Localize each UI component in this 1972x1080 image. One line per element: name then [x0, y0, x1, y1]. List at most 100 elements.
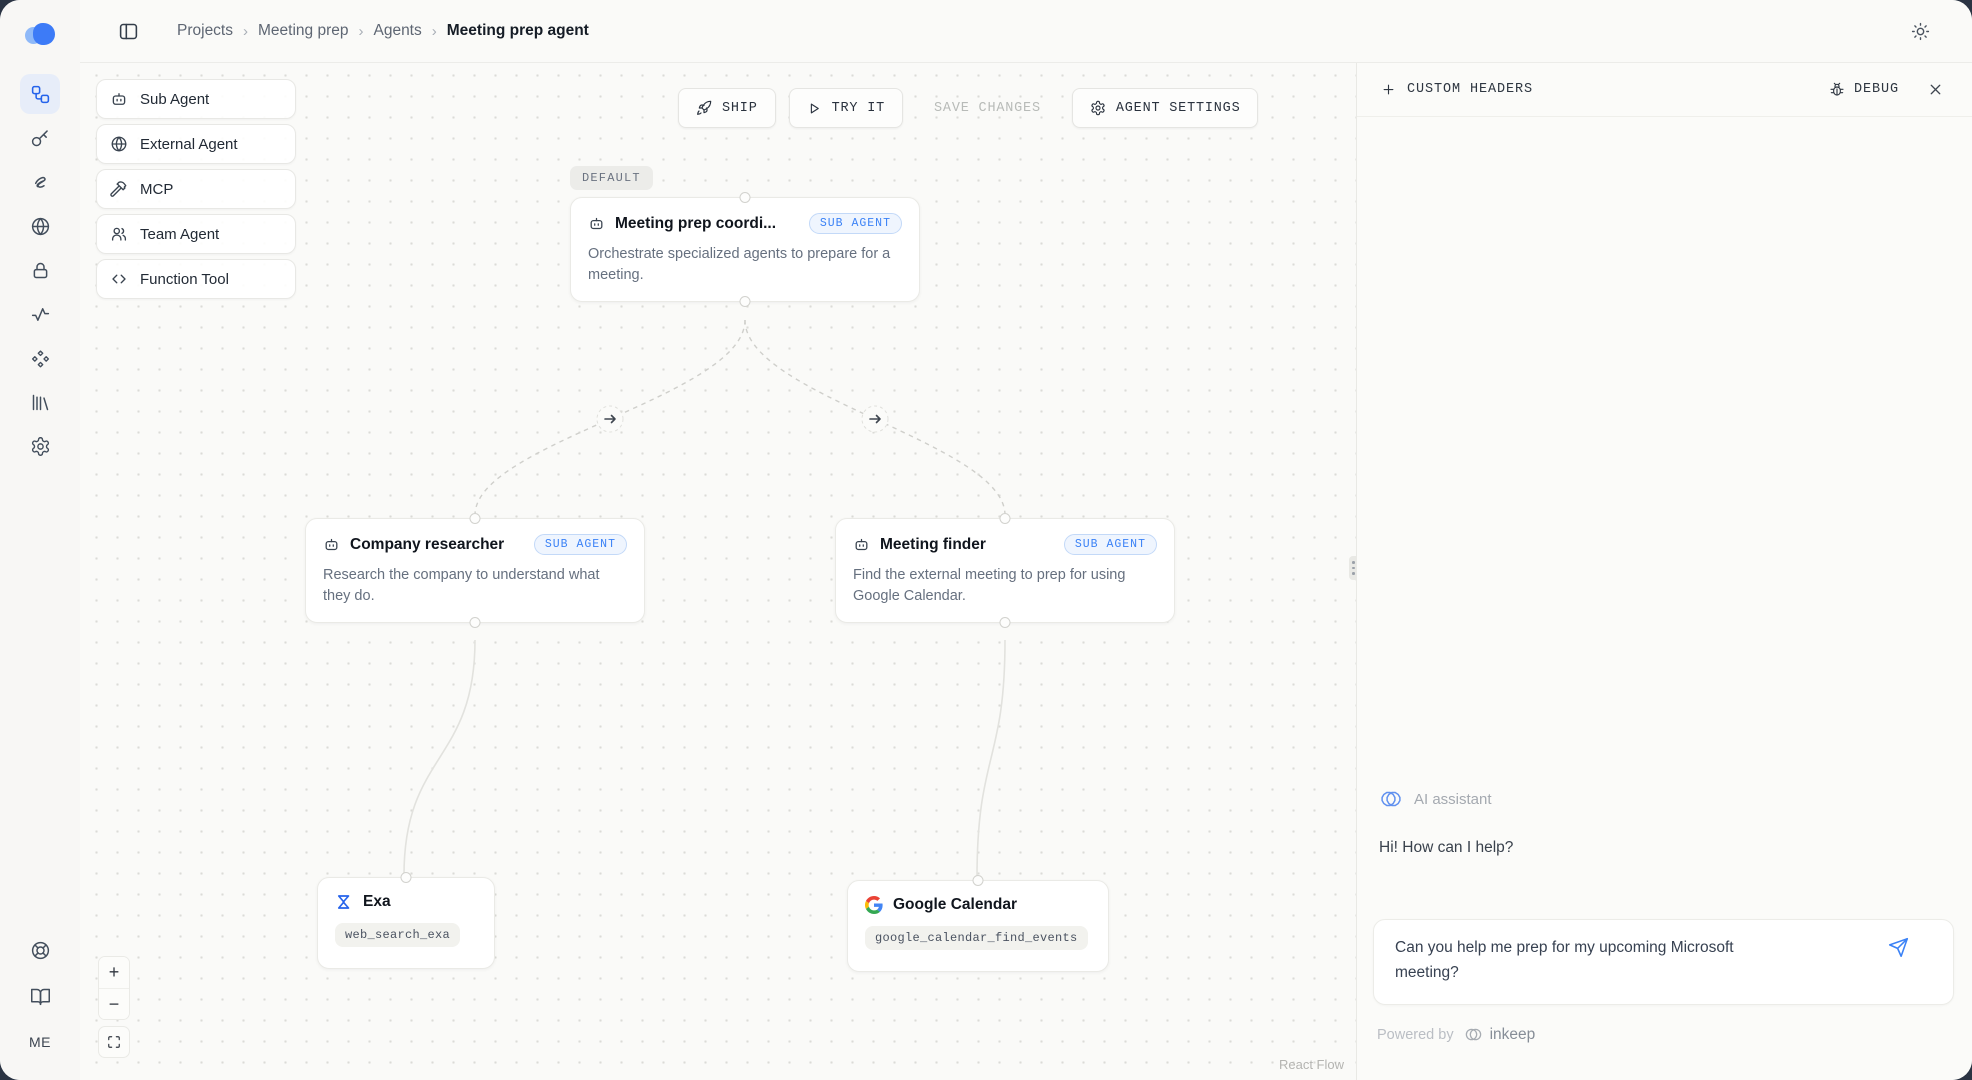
edge-arrow-badge[interactable] — [597, 406, 623, 432]
canvas-toolbar: SHIP TRY IT SAVE CHANGES AGENT SETTINGS — [678, 88, 1258, 128]
gear-icon — [1090, 100, 1106, 116]
user-avatar[interactable]: ME — [20, 1022, 60, 1062]
nav-components-icon[interactable] — [20, 338, 60, 378]
users-icon — [110, 225, 128, 243]
docs-book-icon[interactable] — [20, 976, 60, 1016]
react-flow-attribution[interactable]: React Flow — [1279, 1057, 1344, 1072]
agent-settings-button[interactable]: AGENT SETTINGS — [1072, 88, 1259, 128]
code-icon — [110, 270, 128, 288]
breadcrumb: Projects › Meeting prep › Agents › Meeti… — [177, 22, 589, 40]
edge-arrow-badge[interactable] — [862, 406, 888, 432]
app-window: ME Projects › Meeting prep › Agents › Me… — [0, 0, 1972, 1080]
node-company-researcher[interactable]: Company researcher SUB AGENT Research th… — [305, 518, 645, 623]
node-title: Meeting prep coordi... — [615, 215, 776, 233]
nav-settings-icon[interactable] — [20, 426, 60, 466]
top-bar: Projects › Meeting prep › Agents › Meeti… — [80, 0, 1972, 63]
breadcrumb-separator: › — [348, 23, 373, 40]
palette-item-label: Function Tool — [140, 271, 229, 288]
node-handle-bottom[interactable] — [470, 617, 481, 628]
save-changes-button[interactable]: SAVE CHANGES — [916, 88, 1059, 128]
fit-view-button[interactable] — [98, 1026, 130, 1058]
help-icon[interactable] — [20, 930, 60, 970]
assistant-row: AI assistant — [1379, 787, 1492, 811]
custom-headers-button[interactable]: CUSTOM HEADERS — [1381, 82, 1533, 97]
hammer-icon — [110, 180, 128, 198]
node-handle-top[interactable] — [1000, 513, 1011, 524]
node-title: Meeting finder — [880, 536, 986, 554]
zoom-controls: + − — [98, 956, 130, 1058]
zoom-out-button[interactable]: − — [99, 988, 129, 1019]
chat-panel-header: CUSTOM HEADERS DEBUG — [1357, 63, 1972, 117]
edge-finder-to-calendar — [977, 640, 1005, 878]
node-meeting-finder[interactable]: Meeting finder SUB AGENT Find the extern… — [835, 518, 1175, 623]
flow-canvas[interactable]: Sub Agent External Agent MCP Team Agent — [80, 63, 1356, 1080]
palette-team-agent[interactable]: Team Agent — [96, 214, 296, 254]
tool-chip: web_search_exa — [335, 923, 460, 947]
node-exa[interactable]: Exa web_search_exa — [317, 877, 495, 969]
node-handle-top[interactable] — [401, 872, 412, 883]
nav-activity-icon[interactable] — [20, 294, 60, 334]
rail-bottom: ME — [20, 930, 60, 1080]
chat-input-value[interactable]: Can you help me prep for my upcoming Mic… — [1395, 936, 1775, 986]
try-it-label: TRY IT — [832, 101, 885, 116]
theme-sun-icon[interactable] — [1911, 22, 1930, 41]
node-title: Google Calendar — [893, 896, 1017, 914]
node-description: Orchestrate specialized agents to prepar… — [588, 244, 902, 286]
nav-lock-icon[interactable] — [20, 250, 60, 290]
node-handle-bottom[interactable] — [1000, 617, 1011, 628]
node-google-calendar[interactable]: Google Calendar google_calendar_find_eve… — [847, 880, 1109, 972]
bot-icon — [853, 536, 870, 553]
panel-toggle-icon[interactable] — [118, 21, 139, 42]
palette-function-tool[interactable]: Function Tool — [96, 259, 296, 299]
bot-icon — [110, 90, 128, 108]
debug-button[interactable]: DEBUG — [1829, 82, 1899, 98]
bot-icon — [588, 215, 605, 232]
save-changes-label: SAVE CHANGES — [934, 101, 1041, 116]
globe-icon — [110, 135, 128, 153]
nav-workflow-icon[interactable] — [20, 74, 60, 114]
breadcrumb-separator: › — [422, 23, 447, 40]
sub-agent-badge: SUB AGENT — [1064, 534, 1157, 555]
palette-item-label: MCP — [140, 181, 173, 198]
nav-globe-icon[interactable] — [20, 206, 60, 246]
agent-settings-label: AGENT SETTINGS — [1116, 101, 1241, 116]
try-it-button[interactable]: TRY IT — [789, 88, 903, 128]
bug-icon — [1829, 82, 1845, 98]
sub-agent-badge: SUB AGENT — [534, 534, 627, 555]
left-rail: ME — [0, 0, 80, 1080]
palette-sub-agent[interactable]: Sub Agent — [96, 79, 296, 119]
assistant-message: Hi! How can I help? — [1379, 839, 1513, 857]
send-icon[interactable] — [1888, 937, 1909, 958]
rail-nav — [20, 74, 60, 466]
rocket-icon — [696, 100, 712, 116]
ship-button[interactable]: SHIP — [678, 88, 776, 128]
node-title: Company researcher — [350, 536, 504, 554]
breadcrumb-current: Meeting prep agent — [447, 22, 589, 40]
palette-mcp[interactable]: MCP — [96, 169, 296, 209]
breadcrumb-agents[interactable]: Agents — [373, 22, 421, 40]
bot-icon — [323, 536, 340, 553]
node-title: Exa — [363, 893, 391, 911]
palette-external-agent[interactable]: External Agent — [96, 124, 296, 164]
node-handle-top[interactable] — [470, 513, 481, 524]
exa-logo — [335, 893, 353, 911]
node-handle-top[interactable] — [973, 875, 984, 886]
node-handle-top[interactable] — [740, 192, 751, 203]
breadcrumb-projects[interactable]: Projects — [177, 22, 233, 40]
nav-library-icon[interactable] — [20, 382, 60, 422]
nav-key-icon[interactable] — [20, 118, 60, 158]
edge-researcher-to-exa — [404, 640, 475, 875]
breadcrumb-separator: › — [233, 23, 258, 40]
node-meeting-prep-coordinator[interactable]: Meeting prep coordi... SUB AGENT Orchest… — [570, 197, 920, 302]
tool-chip: google_calendar_find_events — [865, 926, 1088, 950]
powered-by-row[interactable]: Powered by inkeep — [1377, 1025, 1535, 1044]
zoom-in-button[interactable]: + — [99, 957, 129, 988]
play-icon — [807, 101, 822, 116]
close-icon[interactable] — [1927, 81, 1944, 98]
breadcrumb-meeting-prep[interactable]: Meeting prep — [258, 22, 348, 40]
node-handle-bottom[interactable] — [740, 296, 751, 307]
inkeep-assistant-icon — [1379, 787, 1403, 811]
chat-input[interactable]: Can you help me prep for my upcoming Mic… — [1373, 919, 1954, 1005]
nav-traces-icon[interactable] — [20, 162, 60, 202]
inkeep-logo-small — [1464, 1025, 1483, 1044]
